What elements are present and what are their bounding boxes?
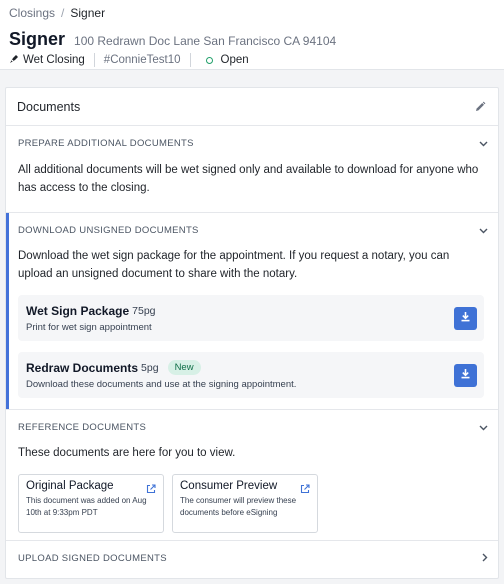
- closing-tag-label: #ConnieTest10: [103, 54, 181, 66]
- document-name-row: Wet Sign Package 75pg: [26, 304, 156, 318]
- chevron-down-icon: [479, 418, 488, 436]
- section-prepare-documents: PREPARE ADDITIONAL DOCUMENTS All additio…: [6, 126, 498, 213]
- document-page-count: 75pg: [132, 304, 156, 317]
- title-row: Signer 100 Redrawn Doc Lane San Francisc…: [9, 29, 336, 50]
- document-page-count: 5pg: [141, 361, 159, 374]
- signer-address: 100 Redrawn Doc Lane San Francisco CA 94…: [74, 34, 337, 48]
- reference-card-consumer-preview[interactable]: Consumer Preview The consumer will previ…: [172, 474, 318, 533]
- section-upload-label: UPLOAD SIGNED DOCUMENTS: [18, 552, 167, 564]
- documents-card: Documents PREPARE ADDITIONAL DOCUMENTS A…: [5, 87, 499, 579]
- section-download-body: Download the wet sign package for the ap…: [6, 247, 498, 398]
- document-name: Wet Sign Package: [26, 303, 130, 318]
- document-description: Download these documents and use at the …: [26, 379, 297, 390]
- reference-card-original-package[interactable]: Original Package This document was added…: [18, 474, 164, 533]
- section-prepare-text: All additional documents will be wet sig…: [18, 164, 479, 194]
- document-info: Redraw Documents 5pg New Download these …: [26, 360, 296, 390]
- download-icon: [460, 366, 471, 384]
- breadcrumb-current: Signer: [70, 6, 106, 20]
- section-reference-body: These documents are here for you to view…: [6, 444, 498, 533]
- status-label: Open: [220, 54, 249, 66]
- new-badge: New: [167, 360, 201, 375]
- document-name: Redraw Documents: [26, 360, 139, 375]
- download-redraw-documents-button[interactable]: [454, 363, 477, 387]
- pencil-icon[interactable]: [472, 99, 488, 115]
- closing-type: Wet Closing: [9, 54, 94, 67]
- document-item-redraw-documents: Redraw Documents 5pg New Download these …: [18, 352, 484, 398]
- section-reference-documents: REFERENCE DOCUMENTS These documents are …: [6, 410, 498, 541]
- chevron-down-icon: [479, 221, 488, 239]
- section-prepare-label: PREPARE ADDITIONAL DOCUMENTS: [18, 137, 194, 149]
- breadcrumb-closings-link[interactable]: Closings: [9, 6, 55, 20]
- section-reference-label: REFERENCE DOCUMENTS: [18, 421, 147, 433]
- chevron-down-icon: [479, 134, 488, 152]
- reference-card-description: The consumer will preview these document…: [180, 496, 297, 517]
- reference-card-title: Original Package: [26, 480, 114, 492]
- reference-card-title: Consumer Preview: [180, 480, 278, 492]
- section-upload-signed: UPLOAD SIGNED DOCUMENTS: [6, 541, 498, 577]
- section-prepare-header[interactable]: PREPARE ADDITIONAL DOCUMENTS: [6, 126, 498, 160]
- section-upload-header[interactable]: UPLOAD SIGNED DOCUMENTS: [6, 541, 498, 575]
- section-download-label: DOWNLOAD UNSIGNED DOCUMENTS: [18, 224, 199, 236]
- document-name-row: Redraw Documents 5pg New: [26, 360, 296, 375]
- pen-nib-icon: [9, 54, 19, 67]
- download-wet-sign-package-button[interactable]: [454, 306, 477, 330]
- breadcrumb-separator: /: [61, 6, 65, 20]
- download-icon: [460, 309, 471, 327]
- document-info: Wet Sign Package 75pg Print for wet sign…: [26, 304, 156, 333]
- reference-card-description: This document was added on Aug 10th at 9…: [26, 496, 147, 517]
- status-dot-icon: [205, 56, 213, 64]
- external-link-icon: [146, 481, 156, 494]
- page-title: Signer: [9, 29, 66, 49]
- documents-title: Documents: [17, 99, 81, 114]
- section-reference-header[interactable]: REFERENCE DOCUMENTS: [6, 410, 498, 444]
- section-download-unsigned: DOWNLOAD UNSIGNED DOCUMENTS Download the…: [6, 213, 498, 410]
- document-description: Print for wet sign appointment: [26, 321, 152, 333]
- section-download-text: Download the wet sign package for the ap…: [18, 250, 450, 280]
- closing-meta: Wet Closing #ConnieTest10 Open: [9, 53, 258, 67]
- meta-divider: [93, 53, 95, 67]
- document-item-wet-sign-package: Wet Sign Package 75pg Print for wet sign…: [18, 295, 484, 341]
- active-section-indicator: [6, 213, 9, 409]
- page-header: Closings / Signer Signer 100 Redrawn Doc…: [0, 0, 504, 70]
- closing-type-label: Wet Closing: [23, 54, 85, 66]
- reference-cards: Original Package This document was added…: [18, 474, 486, 533]
- closing-status: Open: [200, 54, 258, 66]
- closing-tag: #ConnieTest10: [104, 54, 190, 66]
- documents-card-header: Documents: [6, 88, 498, 126]
- section-download-header[interactable]: DOWNLOAD UNSIGNED DOCUMENTS: [6, 213, 498, 247]
- section-reference-text: These documents are here for you to view…: [18, 447, 236, 459]
- meta-divider: [189, 53, 191, 67]
- external-link-icon: [300, 481, 310, 494]
- section-prepare-body: All additional documents will be wet sig…: [6, 161, 498, 197]
- chevron-right-icon: [482, 549, 488, 567]
- breadcrumb: Closings / Signer: [9, 6, 105, 20]
